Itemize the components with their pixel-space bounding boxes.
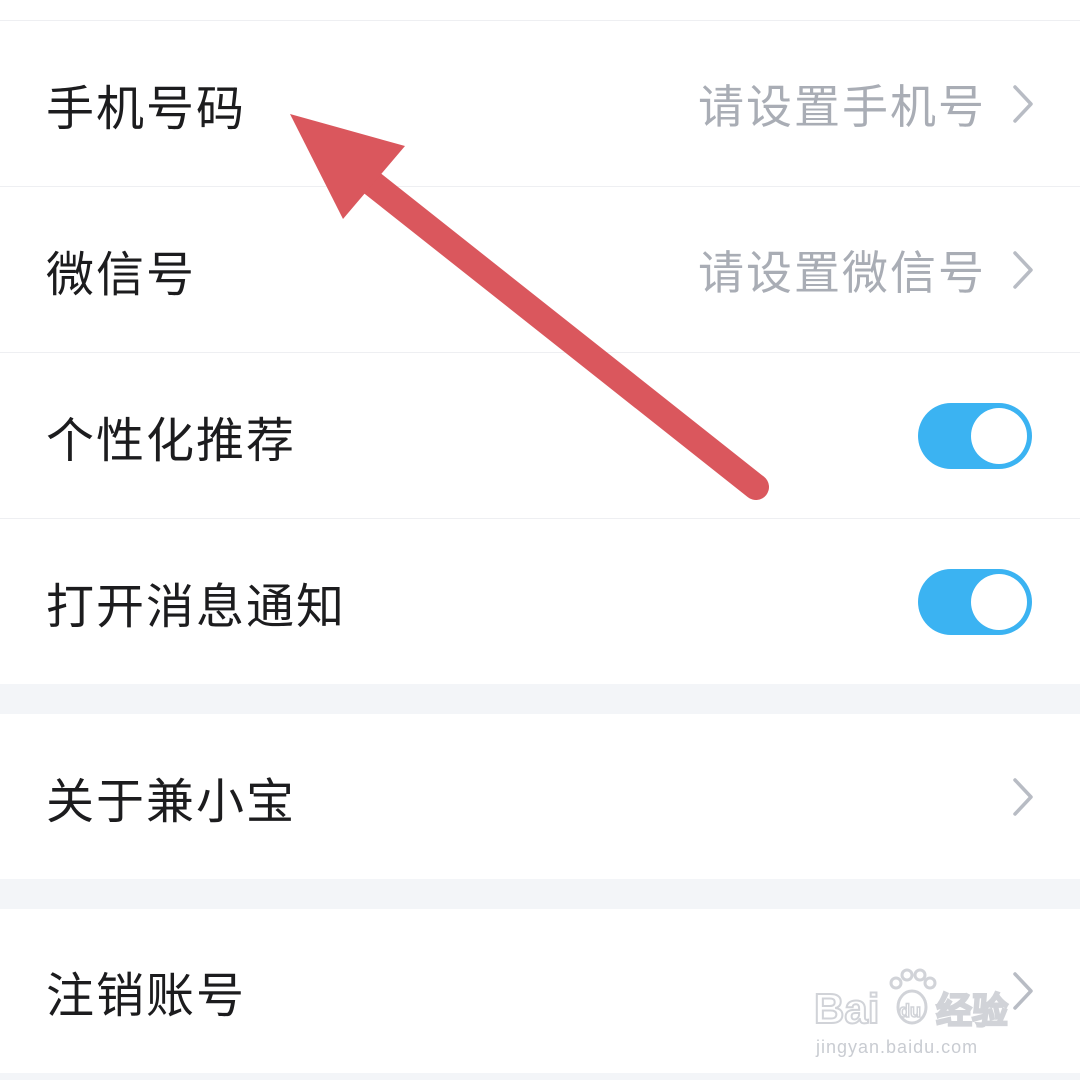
settings-screen: 手机号码 请设置手机号 微信号 请设置微信号 个性化推荐 打开消息通知 关于兼小…: [0, 0, 1080, 1080]
phone-number-value: 请设置手机号: [698, 79, 986, 134]
wechat-label: 微信号: [46, 246, 197, 303]
chevron-right-icon: [1012, 84, 1034, 124]
personalized-recommendation-label: 个性化推荐: [46, 412, 297, 469]
chevron-right-icon: [1012, 250, 1034, 290]
message-notification-row: 打开消息通知: [0, 519, 1080, 684]
message-notification-toggle[interactable]: [918, 568, 1032, 635]
personalized-recommendation-toggle[interactable]: [918, 402, 1032, 469]
bottom-gap: [0, 1073, 1080, 1080]
deactivate-account-label: 注销账号: [46, 968, 247, 1024]
wechat-row[interactable]: 微信号 请设置微信号: [0, 187, 1080, 352]
section-gap: [0, 684, 1080, 714]
personalized-recommendation-row: 个性化推荐: [0, 353, 1080, 518]
chevron-right-icon: [1012, 971, 1034, 1011]
toggle-knob: [971, 573, 1027, 630]
section-gap: [0, 879, 1080, 909]
chevron-right-icon: [1012, 777, 1034, 817]
phone-number-label: 手机号码: [46, 80, 247, 137]
about-row[interactable]: 关于兼小宝: [0, 714, 1080, 879]
wechat-value: 请设置微信号: [698, 245, 986, 300]
message-notification-label: 打开消息通知: [46, 578, 347, 635]
phone-number-row[interactable]: 手机号码 请设置手机号: [0, 21, 1080, 186]
about-label: 关于兼小宝: [46, 773, 297, 830]
deactivate-account-row[interactable]: 注销账号: [0, 909, 1080, 1073]
toggle-knob: [971, 407, 1027, 464]
